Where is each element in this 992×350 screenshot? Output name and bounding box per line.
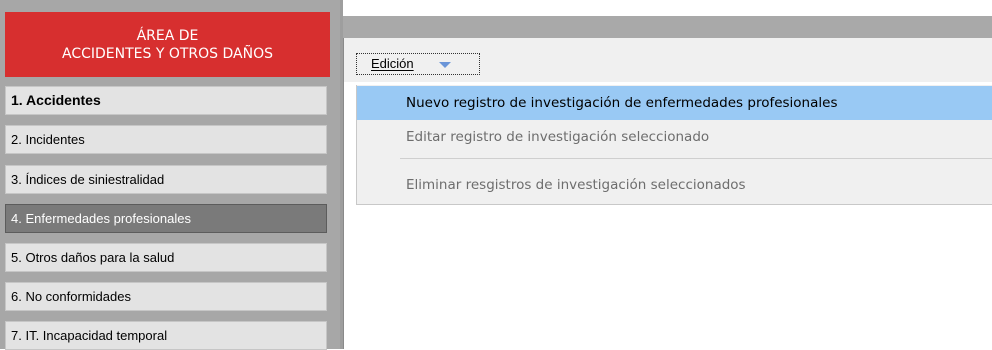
- nav-item-accidentes[interactable]: 1. Accidentes: [5, 86, 327, 115]
- menu-item-delete-records[interactable]: Eliminar resgistros de investigación sel…: [357, 168, 992, 202]
- nav-item-otros-danos[interactable]: 5. Otros daños para la salud: [5, 243, 327, 272]
- title-strip: [343, 16, 992, 38]
- menu-item-edit-record[interactable]: Editar registro de investigación selecci…: [357, 120, 992, 154]
- edit-menu-button[interactable]: Edición: [356, 53, 480, 75]
- edit-menu-label: Edición: [371, 56, 414, 71]
- menu-item-new-record[interactable]: Nuevo registro de investigación de enfer…: [357, 86, 992, 120]
- area-header: ÁREA DE ACCIDENTES Y OTROS DAÑOS: [5, 12, 330, 77]
- area-header-line2: ACCIDENTES Y OTROS DAÑOS: [62, 46, 273, 62]
- nav-item-enfermedades-profesionales[interactable]: 4. Enfermedades profesionales: [5, 204, 327, 233]
- chevron-down-icon: [439, 62, 451, 68]
- area-header-line1: ÁREA DE: [136, 28, 199, 44]
- nav-item-incidentes[interactable]: 2. Incidentes: [5, 125, 327, 154]
- nav-item-incapacidad-temporal[interactable]: 7. IT. Incapacidad temporal: [5, 321, 327, 350]
- nav-item-no-conformidades[interactable]: 6. No conformidades: [5, 282, 327, 311]
- nav-item-indices-siniestralidad[interactable]: 3. Índices de siniestralidad: [5, 165, 327, 194]
- menu-separator: [400, 158, 992, 159]
- sidebar: ÁREA DE ACCIDENTES Y OTROS DAÑOS 1. Acci…: [0, 0, 340, 350]
